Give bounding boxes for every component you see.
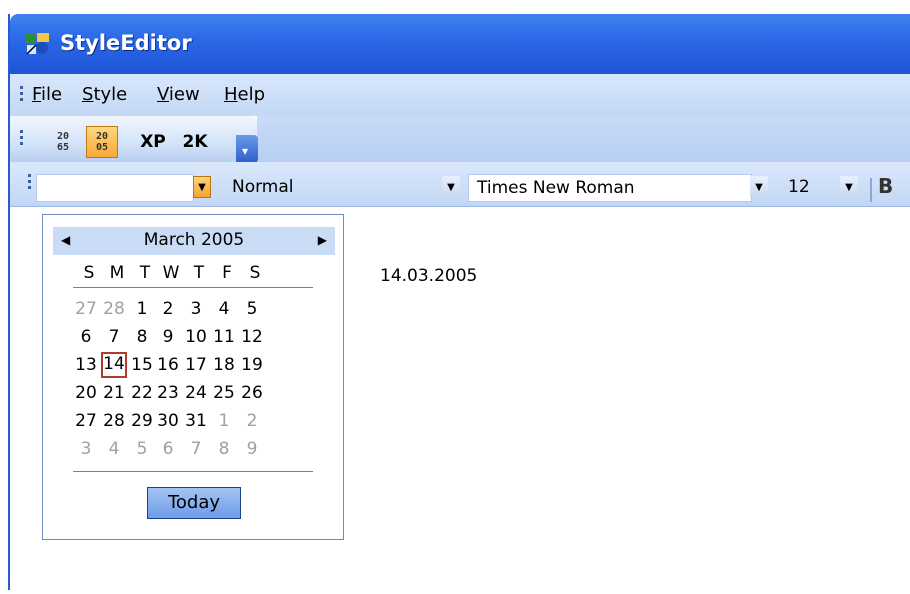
menu-style[interactable]: Style (82, 84, 127, 105)
office2003-style-top: 20 (56, 131, 70, 142)
window-title: StyleEditor (60, 31, 192, 55)
calendar-divider (73, 287, 313, 288)
calendar-day[interactable]: 10 (185, 325, 207, 349)
menubar-grip-icon[interactable] (20, 86, 23, 104)
calendar-day[interactable]: 17 (185, 353, 207, 377)
chevron-down-icon: ▾ (242, 144, 249, 158)
calendar-day[interactable]: 22 (131, 381, 153, 405)
calendar-day[interactable]: 27 (75, 409, 97, 433)
calendar-day[interactable]: 7 (103, 325, 125, 349)
menu-file[interactable]: File (32, 84, 62, 105)
calendar-day[interactable]: 3 (185, 297, 207, 321)
today-button[interactable]: Today (147, 487, 241, 519)
calendar-day[interactable]: 9 (157, 325, 179, 349)
calendar-day[interactable]: 3 (75, 437, 97, 461)
calendar-day-today[interactable]: 14 (101, 352, 127, 378)
calendar-popup: ◀ March 2005 ▶ Today S M T W T F S 27 28 1 2 3 4 5 6 7 8… (42, 214, 344, 540)
font-size-dropdown-button[interactable]: ▼ (840, 176, 858, 198)
calendar-day[interactable]: 8 (213, 437, 235, 461)
font-dropdown-button[interactable]: ▼ (750, 176, 768, 198)
style-toolbar-grip-icon[interactable] (20, 130, 23, 148)
calendar-day[interactable]: 13 (75, 353, 97, 377)
calendar-day[interactable]: 27 (75, 297, 97, 321)
calendar-day[interactable]: 15 (131, 353, 153, 377)
calendar-day[interactable]: 24 (185, 381, 207, 405)
calendar-day[interactable]: 6 (157, 437, 179, 461)
day-of-week-label: W (162, 263, 180, 283)
font-size-combo[interactable]: 12 (780, 174, 840, 202)
office2003-style-bottom: 65 (56, 142, 70, 153)
day-of-week-label: T (193, 263, 205, 283)
calendar-divider (73, 471, 313, 472)
calendar-day[interactable]: 28 (103, 409, 125, 433)
date-dropdown-button[interactable]: ▼ (193, 176, 211, 198)
office2005-style-button[interactable]: 20 05 (86, 126, 118, 158)
day-of-week-label: F (222, 263, 232, 283)
title-bar[interactable]: StyleEditor (10, 14, 910, 74)
calendar-day[interactable]: 9 (241, 437, 263, 461)
style-combo[interactable]: Normal (224, 174, 444, 202)
calendar-day[interactable]: 21 (103, 381, 125, 405)
calendar-day[interactable]: 1 (213, 409, 235, 433)
calendar-day[interactable]: 25 (213, 381, 235, 405)
font-combo[interactable]: Times New Roman (468, 174, 752, 202)
date-combo-input[interactable] (36, 174, 194, 202)
calendar-day[interactable]: 2 (241, 409, 263, 433)
win2k-style-button[interactable]: 2K (178, 126, 212, 158)
document-date-text: 14.03.2005 (380, 266, 478, 286)
toolbar-overflow-button[interactable]: ▾ (236, 135, 258, 163)
calendar-day[interactable]: 26 (241, 381, 263, 405)
calendar-day[interactable]: 6 (75, 325, 97, 349)
calendar-day[interactable]: 2 (157, 297, 179, 321)
calendar-day[interactable]: 18 (213, 353, 235, 377)
calendar-day[interactable]: 28 (103, 297, 125, 321)
calendar-month-label: March 2005 (143, 230, 245, 250)
office2005-style-top: 20 (95, 131, 109, 142)
day-of-week-label: T (139, 263, 151, 283)
calendar-day[interactable]: 19 (241, 353, 263, 377)
calendar-day[interactable]: 23 (157, 381, 179, 405)
office2005-style-bottom: 05 (95, 142, 109, 153)
calendar-day[interactable]: 5 (131, 437, 153, 461)
bold-button[interactable]: B (878, 174, 893, 198)
menu-view[interactable]: View (157, 84, 200, 105)
calendar-day[interactable]: 8 (131, 325, 153, 349)
menu-help[interactable]: Help (224, 84, 265, 105)
day-of-week-label: S (249, 263, 261, 283)
style-dropdown-button[interactable]: ▼ (442, 176, 460, 198)
day-of-week-label: M (109, 263, 125, 283)
dropdown-arrow-icon: ▼ (845, 181, 853, 193)
calendar-header: ◀ March 2005 ▶ (53, 227, 335, 255)
next-month-arrow-icon[interactable]: ▶ (318, 233, 327, 247)
styleeditor-icon (25, 33, 49, 55)
dropdown-arrow-icon: ▼ (447, 181, 455, 193)
toolbar-separator (870, 178, 872, 202)
dropdown-arrow-icon: ▼ (198, 181, 206, 193)
calendar-day[interactable]: 4 (213, 297, 235, 321)
calendar-day[interactable]: 20 (75, 381, 97, 405)
day-of-week-label: S (83, 263, 95, 283)
calendar-day[interactable]: 16 (157, 353, 179, 377)
calendar-day[interactable]: 11 (213, 325, 235, 349)
office2003-style-button[interactable]: 20 65 (48, 126, 78, 158)
calendar-day[interactable]: 30 (157, 409, 179, 433)
calendar-day[interactable]: 1 (131, 297, 153, 321)
calendar-day[interactable]: 29 (131, 409, 153, 433)
menu-bar: File Style View Help (10, 74, 910, 116)
calendar-day[interactable]: 5 (241, 297, 263, 321)
format-toolbar-grip-icon[interactable] (28, 174, 31, 192)
calendar-day[interactable]: 7 (185, 437, 207, 461)
dropdown-arrow-icon: ▼ (755, 181, 763, 193)
calendar-day[interactable]: 4 (103, 437, 125, 461)
toolbar-row-background (257, 116, 910, 162)
calendar-day[interactable]: 31 (185, 409, 207, 433)
calendar-day[interactable]: 12 (241, 325, 263, 349)
xp-style-button[interactable]: XP (136, 126, 170, 158)
